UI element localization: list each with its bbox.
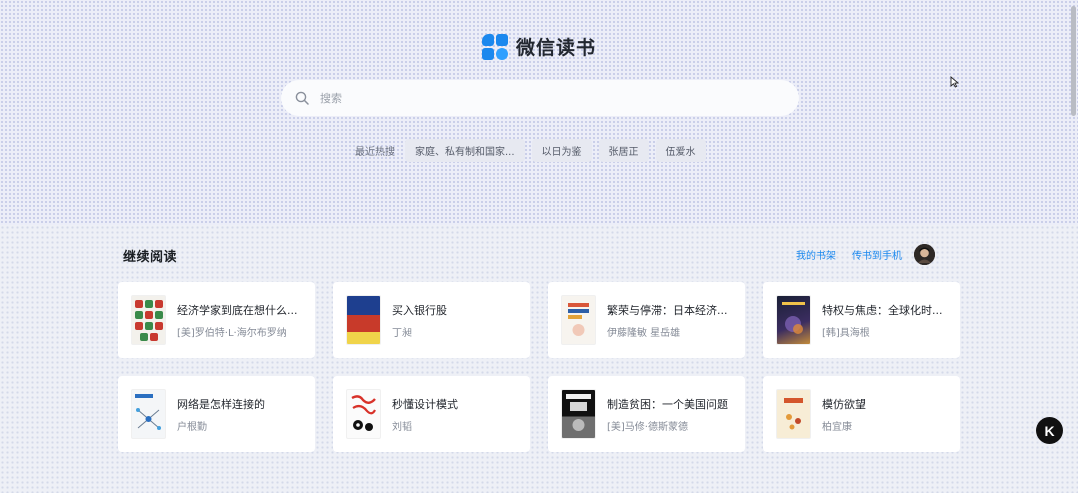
book-cover [777, 296, 810, 344]
book-card[interactable]: 买入银行股 丁昶 [333, 282, 530, 358]
book-author: [韩]具海根 [822, 327, 870, 339]
mouse-cursor-icon [950, 76, 960, 91]
book-card[interactable]: 网络是怎样连接的 户根勤 [118, 376, 315, 452]
book-author: 丁昶 [392, 327, 412, 339]
app-name: 微信读书 [516, 37, 597, 59]
book-author: 柏宜康 [822, 421, 852, 433]
section-actions: 我的书架 传书到手机 [796, 244, 935, 265]
book-title: 网络是怎样连接的 [177, 397, 265, 411]
hot-search-label: 最近热搜 [355, 147, 395, 158]
page-scrollbar[interactable] [1071, 6, 1076, 116]
floating-k-button[interactable]: K [1036, 417, 1063, 444]
hot-search-tag[interactable]: 家庭、私有制和国家... [405, 139, 525, 162]
book-card[interactable]: 秒懂设计模式 刘韬 [333, 376, 530, 452]
continue-reading-grid: 经济学家到底在想什么... [美]罗伯特·L·海尔布罗纳 买入银行股 丁昶 繁荣… [118, 282, 961, 452]
transfer-to-phone-link[interactable]: 传书到手机 [852, 247, 902, 262]
book-title: 秒懂设计模式 [392, 397, 458, 411]
hot-search-row: 最近热搜 家庭、私有制和国家... 以日为鉴 张居正 伍爱水 [355, 139, 706, 162]
book-author: 伊藤隆敏 星岳雄 [607, 327, 681, 339]
book-title: 制造贫困：一个美国问题 [607, 397, 728, 411]
book-cover [132, 390, 165, 438]
search-bar[interactable] [281, 80, 799, 116]
book-title: 经济学家到底在想什么... [177, 303, 298, 317]
book-cover [777, 390, 810, 438]
book-title: 繁荣与停滞：日本经济... [607, 303, 728, 317]
my-bookshelf-link[interactable]: 我的书架 [796, 247, 836, 262]
book-cover [562, 296, 595, 344]
search-input[interactable] [318, 90, 762, 106]
hot-search-tag[interactable]: 伍爱水 [655, 139, 706, 162]
book-author: [美]马修·德斯蒙德 [607, 421, 688, 433]
book-author: [美]罗伯特·L·海尔布罗纳 [177, 327, 287, 339]
book-title: 买入银行股 [392, 303, 447, 317]
continue-reading-title: 继续阅读 [123, 250, 178, 265]
book-title: 模仿欲望 [822, 397, 866, 411]
book-author: 户根勤 [177, 421, 207, 433]
search-icon [294, 91, 309, 106]
app-logo[interactable]: 微信读书 [482, 33, 596, 60]
hot-search-tag[interactable]: 以日为鉴 [531, 139, 592, 162]
hot-search-tag[interactable]: 张居正 [598, 139, 649, 162]
book-card[interactable]: 模仿欲望 柏宜康 [763, 376, 960, 452]
book-title: 特权与焦虑：全球化时... [822, 303, 943, 317]
book-card[interactable]: 特权与焦虑：全球化时... [韩]具海根 [763, 282, 960, 358]
book-author: 刘韬 [392, 421, 412, 433]
avatar[interactable] [914, 244, 935, 265]
book-cover [347, 390, 380, 438]
book-cover [132, 296, 165, 344]
book-cover [562, 390, 595, 438]
book-card[interactable]: 繁荣与停滞：日本经济... 伊藤隆敏 星岳雄 [548, 282, 745, 358]
book-cover [347, 296, 380, 344]
weread-logo-icon [482, 33, 508, 60]
book-card[interactable]: 制造贫困：一个美国问题 [美]马修·德斯蒙德 [548, 376, 745, 452]
book-card[interactable]: 经济学家到底在想什么... [美]罗伯特·L·海尔布罗纳 [118, 282, 315, 358]
